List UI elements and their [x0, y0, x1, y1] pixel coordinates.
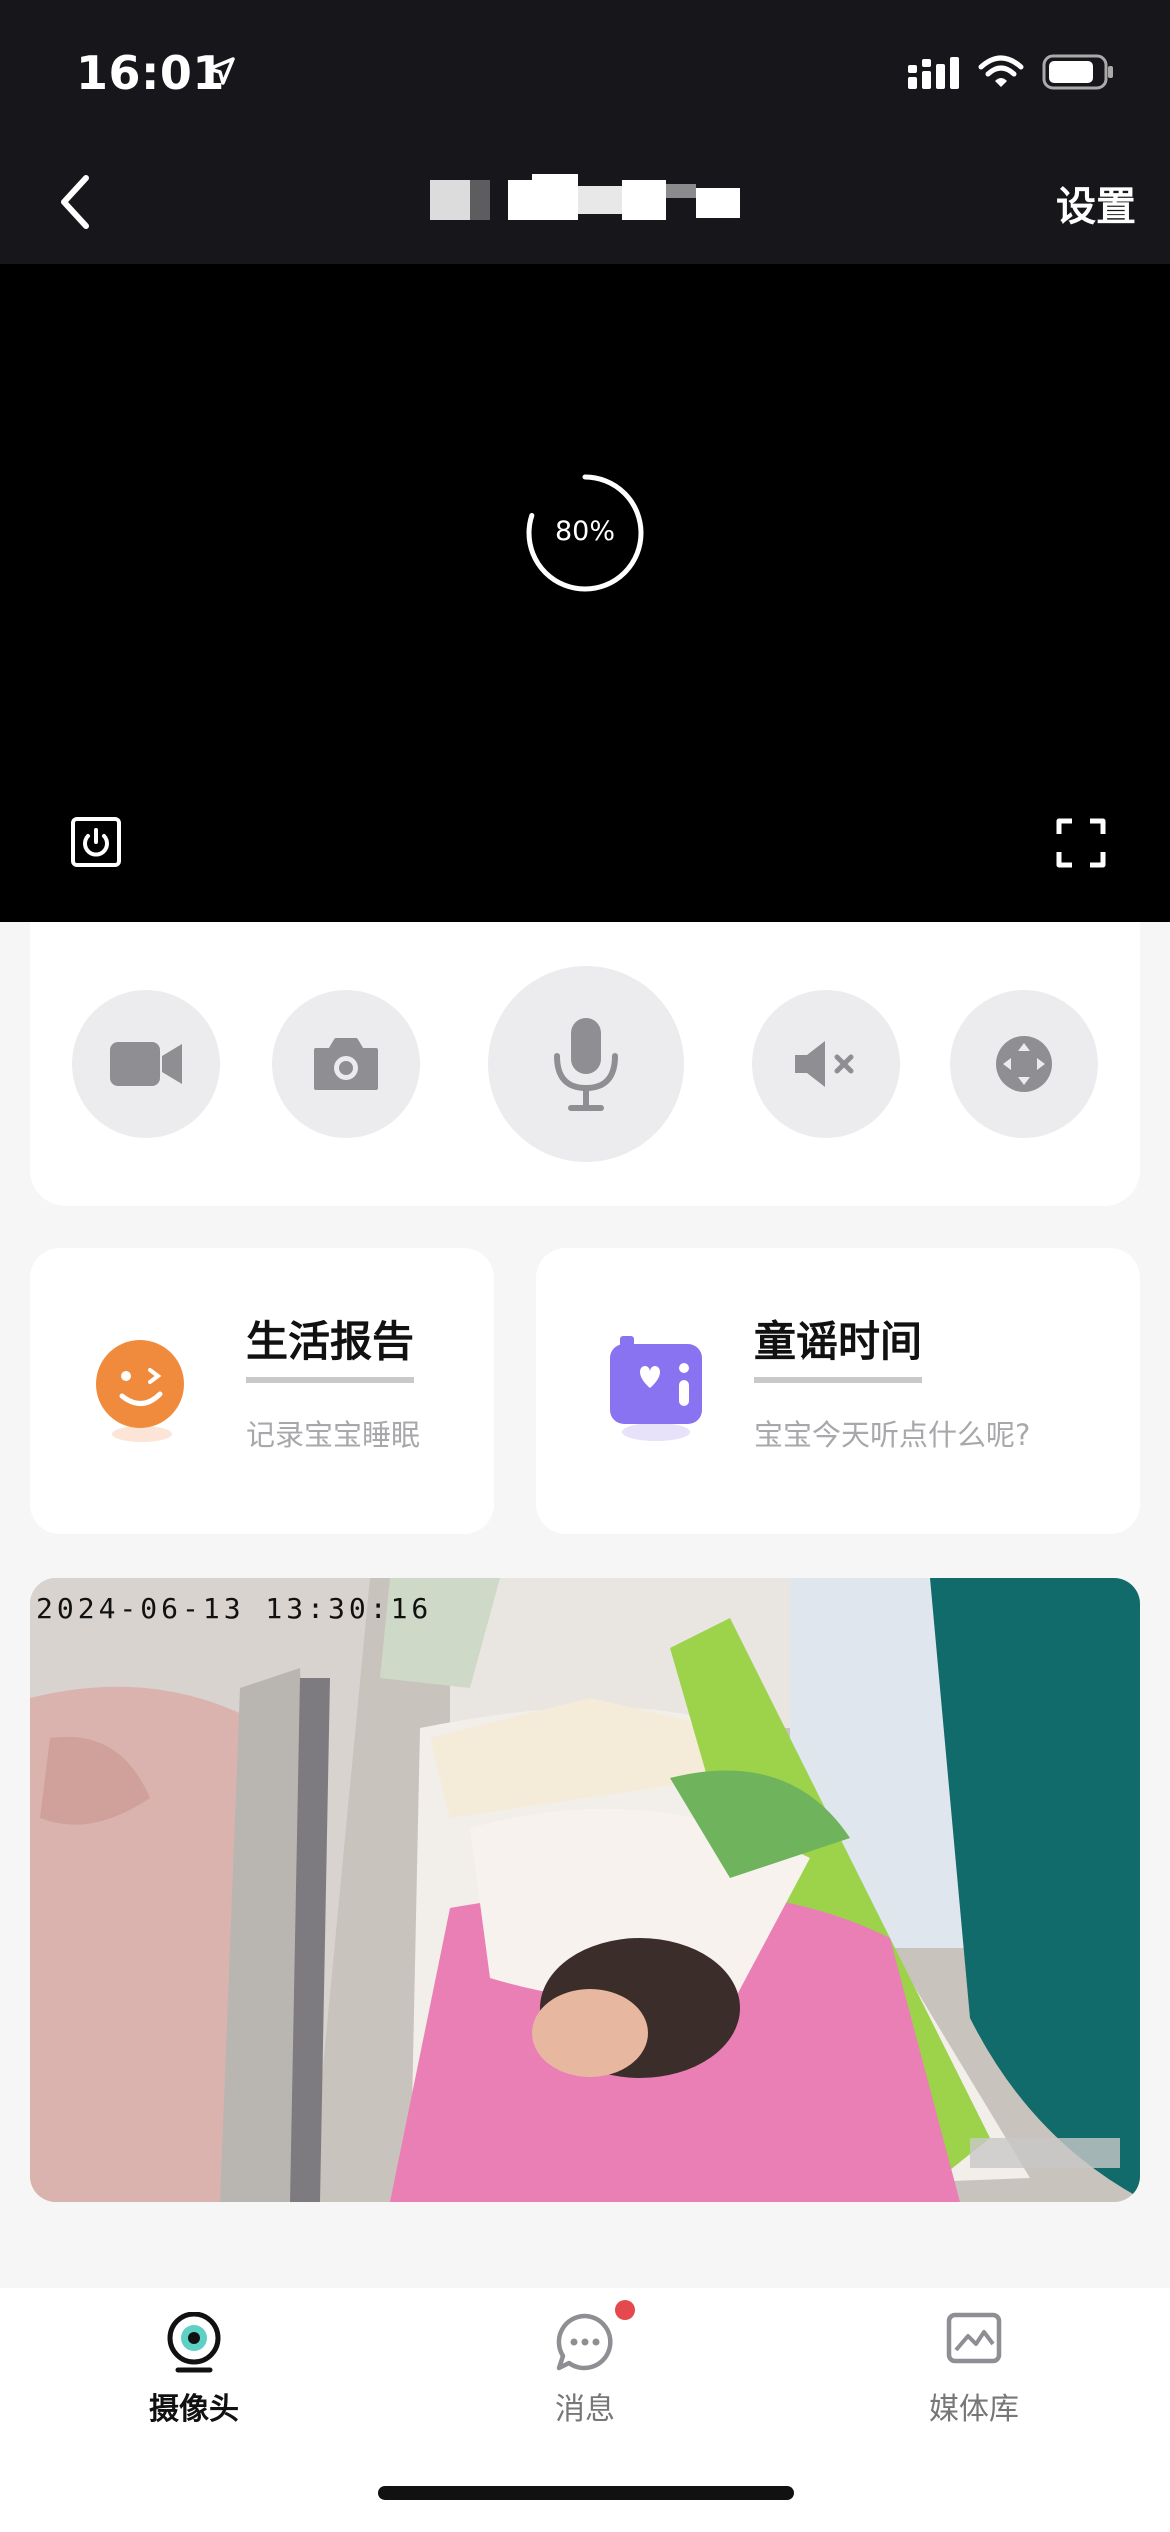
loading-percent: 80% [554, 516, 615, 547]
microphone-icon [554, 1018, 618, 1111]
webcam-icon [167, 2312, 221, 2373]
talk-button[interactable] [488, 966, 684, 1162]
unread-badge [615, 2300, 635, 2320]
device-name-redacted [430, 174, 740, 220]
record-button[interactable] [72, 990, 220, 1138]
card-title: 生活报告 [246, 1308, 415, 1383]
card-subtitle: 记录宝宝睡眠 [246, 1418, 421, 1452]
mute-button[interactable] [752, 990, 900, 1138]
status-time: 16:01 [76, 46, 225, 100]
camera-snapshot[interactable]: 2024-06-13 13:30:16 [30, 1578, 1140, 2202]
tab-label: 消息 [555, 2392, 615, 2427]
tab-camera[interactable]: 摄像头 [44, 2288, 344, 2438]
power-icon[interactable] [70, 816, 122, 868]
video-camera-icon [110, 1042, 182, 1086]
smiley-report-icon [96, 1340, 184, 1442]
cellular-signal-icon [908, 57, 959, 89]
camera-icon [314, 1038, 378, 1090]
fullscreen-icon[interactable] [1056, 818, 1106, 868]
snapshot-timestamp: 2024-06-13 13:30:16 [36, 1592, 433, 1625]
direction-pad-icon [996, 1036, 1052, 1092]
status-indicators [908, 54, 1114, 90]
battery-icon [1042, 54, 1113, 90]
music-radio-icon [610, 1336, 702, 1441]
ptz-button[interactable] [950, 990, 1098, 1138]
snapshot-button[interactable] [272, 990, 420, 1138]
status-bar: 16:01 [0, 0, 1170, 132]
nursery-rhymes-card[interactable]: 童谣时间 宝宝今天听点什么呢? [536, 1248, 1140, 1534]
location-arrow-icon [207, 57, 235, 85]
tab-label: 媒体库 [929, 2392, 1019, 2427]
live-video-player[interactable]: 80% [0, 264, 1170, 922]
tab-label: 摄像头 [149, 2392, 239, 2427]
nav-bar: 设置 [0, 132, 1170, 264]
speaker-muted-icon [795, 1041, 854, 1087]
card-title: 童谣时间 [754, 1308, 923, 1383]
chat-bubble-icon [556, 2313, 613, 2371]
card-subtitle: 宝宝今天听点什么呢? [754, 1418, 1031, 1452]
life-report-card[interactable]: 生活报告 记录宝宝睡眠 [30, 1248, 494, 1534]
image-gallery-icon [946, 2312, 1002, 2364]
wifi-icon [978, 55, 1024, 87]
back-chevron-icon[interactable] [52, 172, 102, 232]
settings-button[interactable]: 设置 [1056, 174, 1136, 232]
snapshot-image [30, 1578, 1140, 2202]
home-indicator [378, 2486, 794, 2500]
control-panel [30, 922, 1140, 1206]
tab-messages[interactable]: 消息 [435, 2288, 735, 2438]
tab-media-library[interactable]: 媒体库 [824, 2288, 1124, 2438]
